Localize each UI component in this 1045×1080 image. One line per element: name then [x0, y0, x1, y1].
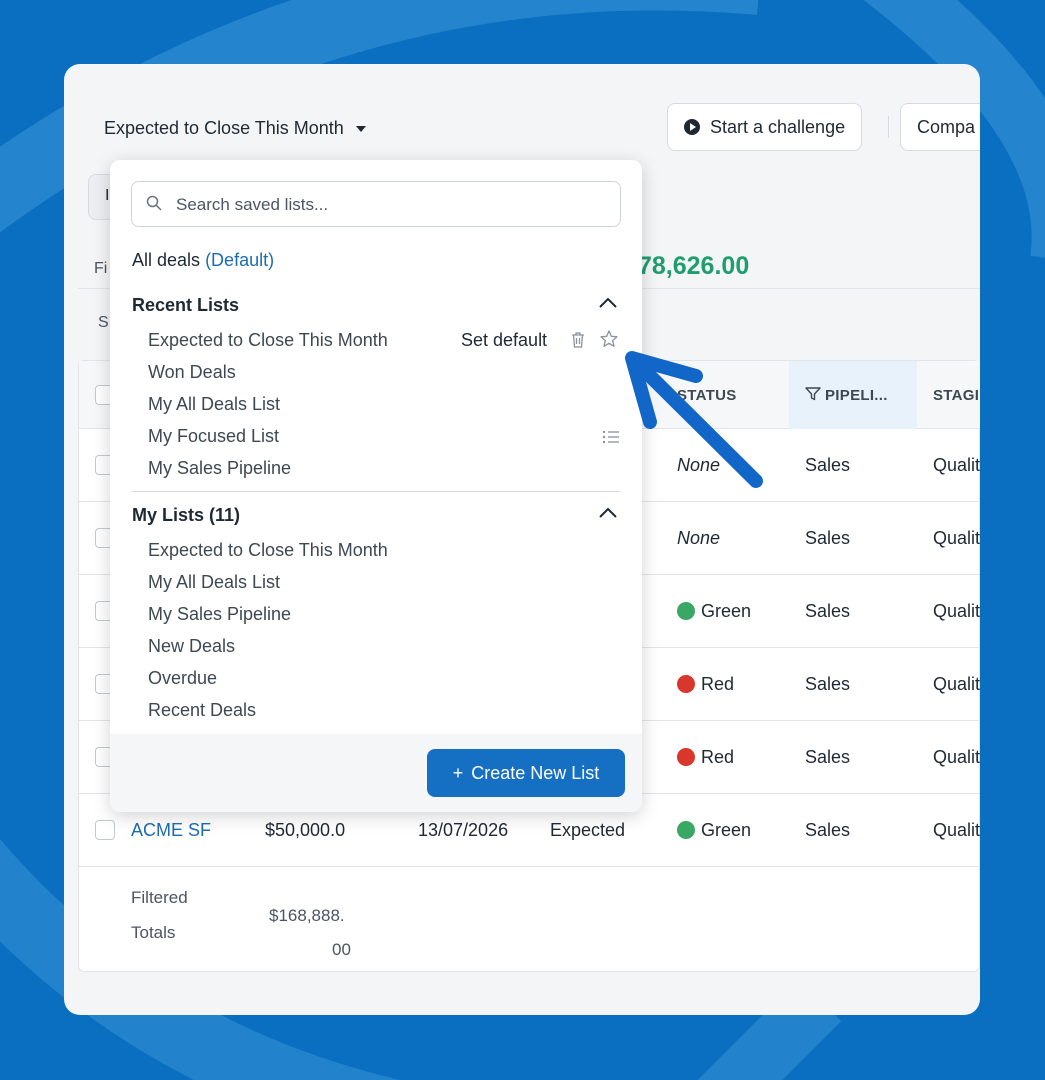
- deal-stage: Qualit: [933, 820, 980, 840]
- deal-pipeline: Sales: [805, 747, 851, 767]
- recent-list-item[interactable]: Expected to Close This Month: [148, 330, 388, 351]
- deal-stage: Qualit: [933, 455, 980, 475]
- caret-down-icon: [355, 125, 366, 132]
- summary-label-partial: S: [98, 314, 109, 331]
- recent-list-item[interactable]: Won Deals: [148, 362, 236, 383]
- trash-icon[interactable]: [568, 330, 588, 350]
- deal-status: None: [677, 455, 720, 476]
- status-label: Red: [701, 674, 735, 694]
- deal-close-date: 13/07/2026: [418, 820, 509, 840]
- deal-status: Red: [677, 747, 734, 768]
- deal-stage: Qualit: [933, 747, 980, 767]
- deal-stage: Qualit: [933, 528, 980, 548]
- plus-icon: +: [452, 762, 464, 783]
- section-divider: [131, 491, 621, 492]
- default-tag: (Default): [205, 250, 275, 270]
- filtered-total-value: 78,626.00: [638, 252, 750, 280]
- recent-list-item[interactable]: My All Deals List: [148, 394, 280, 415]
- footer-total-2: 00: [332, 940, 351, 959]
- compare-label: Compa: [917, 116, 976, 137]
- search-icon: [146, 195, 162, 211]
- search-input[interactable]: [176, 191, 596, 219]
- recent-list-item[interactable]: My Focused List: [148, 426, 279, 447]
- filter-icon: [805, 387, 821, 401]
- column-pipeline-label: PIPELI...: [825, 387, 888, 404]
- deal-pipeline: Sales: [805, 601, 851, 621]
- all-deals-item[interactable]: All deals (Default): [132, 250, 274, 271]
- play-icon: [684, 119, 700, 135]
- saved-lists-dropdown: All deals (Default) Recent Lists Expecte…: [110, 160, 642, 812]
- row-checkbox[interactable]: [95, 820, 115, 840]
- status-dot: [677, 748, 695, 766]
- deal-pipeline: Sales: [805, 528, 851, 548]
- recent-lists-heading: Recent Lists: [132, 295, 240, 315]
- deal-amount: $50,000.0: [265, 820, 346, 840]
- create-new-list-label: Create New List: [471, 762, 600, 783]
- set-default-link[interactable]: Set default: [461, 330, 547, 351]
- dropdown-footer: + Create New List: [110, 734, 642, 812]
- my-lists-heading: My Lists (11): [132, 505, 241, 525]
- recent-list-item[interactable]: My Sales Pipeline: [148, 458, 291, 479]
- list-icon[interactable]: [601, 427, 621, 447]
- footer-label-2: Totals: [131, 923, 176, 942]
- my-list-item[interactable]: New Deals: [148, 636, 235, 657]
- filter-tab-label: I: [105, 187, 110, 204]
- my-list-item[interactable]: Expected to Close This Month: [148, 540, 388, 561]
- status-label: Red: [701, 747, 735, 767]
- column-stage[interactable]: STAGI: [933, 387, 979, 404]
- start-challenge-button[interactable]: Start a challenge: [667, 103, 863, 151]
- chevron-up-icon[interactable]: [598, 297, 618, 309]
- footer-total-1: $168,888.: [269, 906, 345, 925]
- footer-label-1: Filtered: [131, 888, 188, 907]
- deal-stage: Qualit: [933, 674, 980, 694]
- deal-status: Green: [677, 601, 751, 622]
- my-list-item[interactable]: Overdue: [148, 668, 217, 689]
- deal-status: Red: [677, 674, 734, 695]
- column-status[interactable]: STATUS: [677, 387, 737, 404]
- status-dot: [677, 821, 695, 839]
- toolbar-divider: [888, 116, 889, 138]
- deal-forecast: Expected: [550, 820, 626, 840]
- status-label: Green: [701, 601, 752, 621]
- list-selector[interactable]: Expected to Close This Month: [104, 118, 366, 139]
- list-selector-label: Expected to Close This Month: [104, 118, 344, 138]
- column-pipeline[interactable]: PIPELI...: [805, 387, 888, 404]
- chevron-up-icon[interactable]: [598, 507, 618, 519]
- compare-button[interactable]: Compa: [900, 103, 980, 151]
- status-label: Green: [701, 820, 752, 840]
- deal-status: Green: [677, 820, 751, 841]
- all-deals-label: All deals: [132, 250, 201, 270]
- deal-pipeline: Sales: [805, 820, 851, 840]
- create-new-list-button[interactable]: + Create New List: [427, 749, 625, 797]
- status-dot: [677, 602, 695, 620]
- status-label: None: [677, 528, 721, 548]
- star-icon[interactable]: [599, 329, 619, 349]
- deal-status: None: [677, 528, 720, 549]
- deal-stage: Qualit: [933, 601, 980, 621]
- filtered-label-partial: Fi: [94, 260, 108, 277]
- search-box[interactable]: [131, 181, 621, 227]
- status-label: None: [677, 455, 721, 475]
- my-list-item[interactable]: My All Deals List: [148, 572, 280, 593]
- my-list-item[interactable]: My Sales Pipeline: [148, 604, 291, 625]
- deal-name-link[interactable]: ACME SF: [131, 820, 211, 841]
- start-challenge-label: Start a challenge: [710, 116, 846, 137]
- deal-pipeline: Sales: [805, 455, 851, 475]
- my-list-item[interactable]: Recent Deals: [148, 700, 256, 721]
- status-dot: [677, 675, 695, 693]
- deal-pipeline: Sales: [805, 674, 851, 694]
